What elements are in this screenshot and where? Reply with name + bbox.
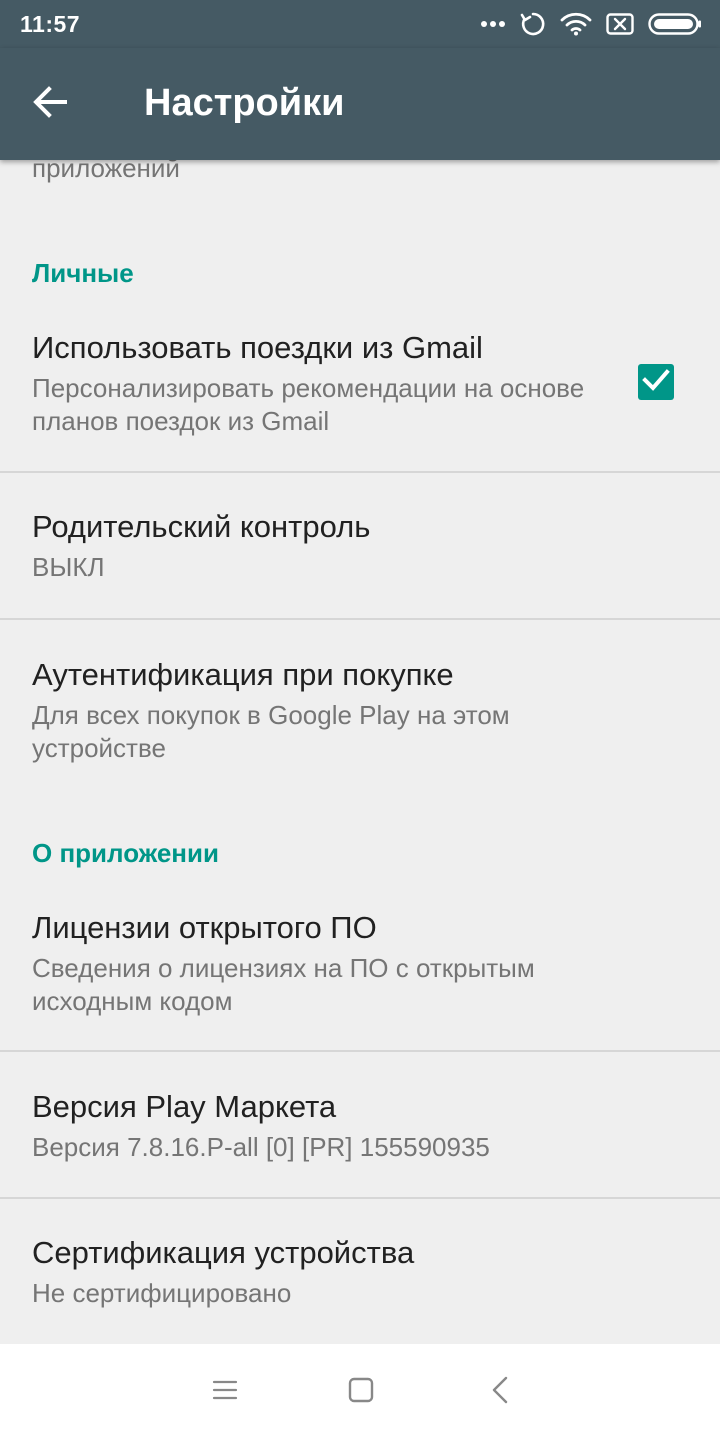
partial-summary-text: приложений bbox=[32, 160, 180, 183]
settings-list[interactable]: приложений Личные Использовать поездки и… bbox=[0, 160, 720, 1344]
app-toolbar: Настройки bbox=[0, 48, 720, 160]
more-dots-icon bbox=[480, 20, 506, 28]
setting-summary: ВЫКЛ bbox=[32, 552, 105, 582]
arrow-back-icon bbox=[32, 85, 68, 123]
checkmark-icon bbox=[642, 368, 670, 397]
setting-gmail-trips[interactable]: Использовать поездки из Gmail Персонализ… bbox=[0, 320, 720, 470]
setting-play-store-version[interactable]: Версия Play Маркета Версия 7.8.16.P-all … bbox=[0, 1052, 720, 1197]
setting-device-certification[interactable]: Сертификация устройства Не сертифицирова… bbox=[0, 1199, 720, 1344]
status-icons bbox=[480, 10, 702, 38]
back-button[interactable] bbox=[20, 74, 80, 134]
section-header-personal: Личные bbox=[32, 258, 134, 288]
setting-title: Версия Play Маркета bbox=[32, 1089, 337, 1124]
navigation-bar bbox=[0, 1344, 720, 1440]
setting-title: Аутентификация при покупке bbox=[32, 657, 454, 692]
wifi-icon bbox=[560, 12, 592, 36]
setting-summary: Сведения о лицензиях на ПО с открытым ис… bbox=[32, 953, 535, 1016]
setting-parental-control[interactable]: Родительский контроль ВЫКЛ bbox=[0, 473, 720, 619]
setting-purchase-auth[interactable]: Аутентификация при покупке Для всех поку… bbox=[0, 620, 720, 785]
back-icon bbox=[491, 1376, 509, 1409]
nav-back-button[interactable] bbox=[476, 1368, 524, 1416]
home-icon bbox=[348, 1377, 374, 1408]
setting-title: Родительский контроль bbox=[32, 509, 371, 544]
setting-summary: Не сертифицировано bbox=[32, 1278, 292, 1308]
setting-summary: Для всех покупок в Google Play на этом у… bbox=[32, 700, 510, 763]
battery-icon bbox=[648, 13, 702, 35]
nav-menu-button[interactable] bbox=[201, 1368, 249, 1416]
status-time: 11:57 bbox=[20, 11, 81, 37]
setting-title: Сертификация устройства bbox=[32, 1235, 415, 1270]
setting-title: Лицензии открытого ПО bbox=[32, 910, 377, 945]
nav-home-button[interactable] bbox=[337, 1368, 385, 1416]
setting-title: Использовать поездки из Gmail bbox=[32, 330, 483, 365]
status-bar: 11:57 bbox=[0, 0, 720, 48]
setting-summary: Версия 7.8.16.P-all [0] [PR] 155590935 bbox=[32, 1132, 490, 1162]
menu-icon bbox=[212, 1379, 238, 1406]
sim-off-icon bbox=[606, 13, 634, 35]
setting-open-source-licenses[interactable]: Лицензии открытого ПО Сведения о лицензи… bbox=[0, 900, 720, 1050]
page-title: Настройки bbox=[144, 82, 345, 124]
setting-summary: Персонализировать рекомендации на основе… bbox=[32, 373, 585, 436]
sync-icon bbox=[520, 11, 546, 37]
gmail-trips-checkbox[interactable] bbox=[638, 364, 674, 400]
section-header-about: О приложении bbox=[32, 838, 219, 868]
